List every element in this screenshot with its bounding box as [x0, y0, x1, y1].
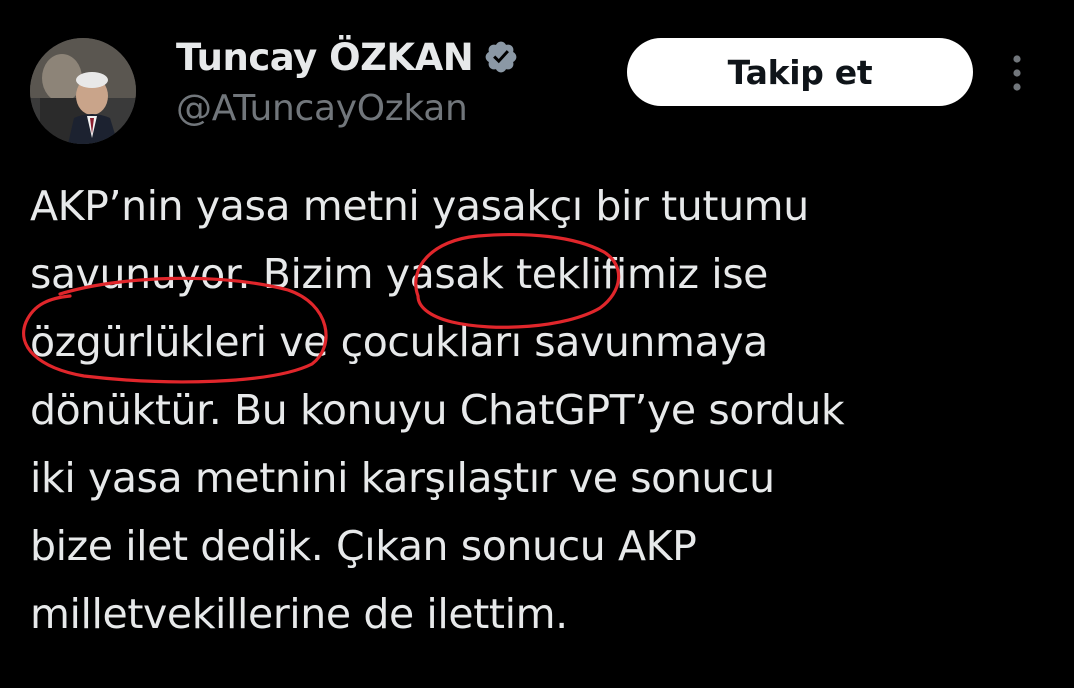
tweet-card: Tuncay ÖZKAN @ATuncayOzkan Takip et AKP’… [0, 0, 1074, 688]
tweet-line: savunuyor. Bizim yasak teklifimiz ise [30, 250, 768, 298]
tweet-line: bize ilet dedik. Çıkan sonucu AKP [30, 522, 697, 570]
verified-badge-icon [483, 39, 519, 75]
more-options-icon [1013, 55, 1021, 91]
tweet-line: AKP’nin yasa metni yasakçı bir tutumu [30, 182, 809, 230]
avatar-image [30, 38, 136, 144]
tweet-line: milletvekillerine de ilettim. [30, 590, 568, 638]
follow-button[interactable]: Takip et [627, 38, 973, 106]
tweet-line: özgürlükleri ve çocukları savunmaya [30, 318, 768, 366]
more-options-button[interactable] [1000, 52, 1034, 94]
tweet-text: AKP’nin yasa metni yasakçı bir tutumu sa… [30, 172, 1050, 648]
tweet-line: dönüktür. Bu konuyu ChatGPT’ye sorduk [30, 386, 845, 434]
avatar[interactable] [30, 38, 136, 144]
author-handle[interactable]: @ATuncayOzkan [176, 88, 468, 129]
author-name-row[interactable]: Tuncay ÖZKAN [176, 32, 519, 82]
tweet-line: iki yasa metnini karşılaştır ve sonucu [30, 454, 775, 502]
author-display-name[interactable]: Tuncay ÖZKAN [176, 36, 474, 79]
